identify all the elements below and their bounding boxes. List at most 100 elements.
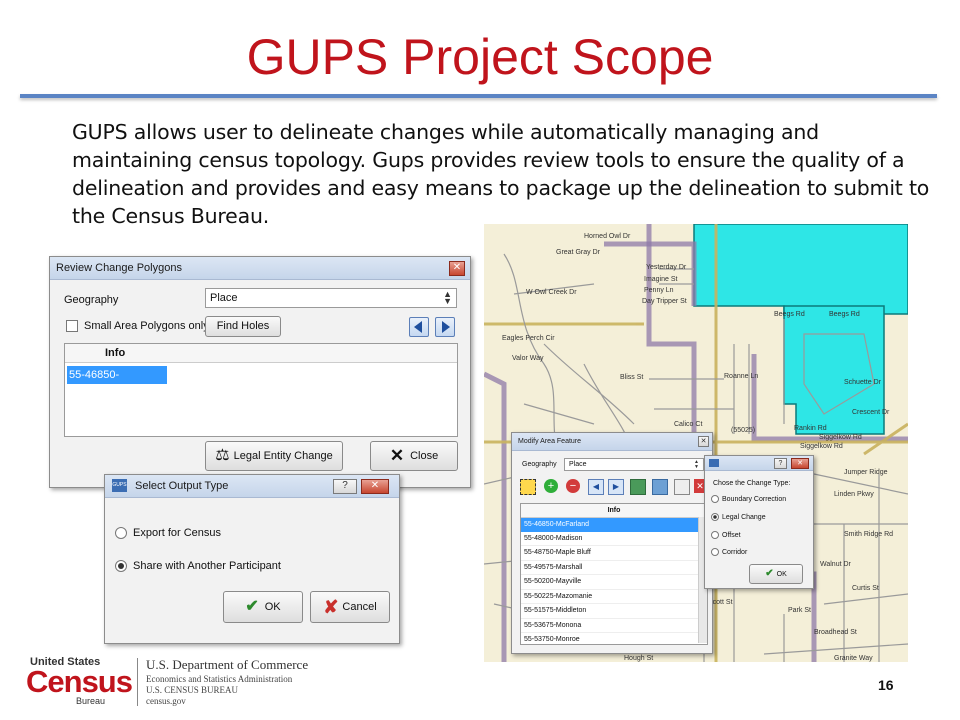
previous-arrow-icon[interactable]: ◀ [588,479,604,495]
green-check-icon: ✔ [765,568,774,579]
cancel-button[interactable]: ✘ Cancel [310,591,390,623]
info-row[interactable]: 55-50200-Mayville [521,575,707,590]
page-number: 16 [878,677,894,693]
geography-select-value: Place [569,461,587,468]
street-label: Valor Way [512,355,544,362]
radio-circle-selected[interactable] [711,513,719,521]
map-tool-icon[interactable] [630,479,646,495]
street-label: Horned Owl Dr [584,233,631,240]
geography-select[interactable]: Place ▲ ▼ [205,288,457,308]
geography-label: Geography [64,294,119,306]
radio-circle[interactable] [711,548,719,556]
checkbox-box[interactable] [66,320,78,333]
title-divider [20,94,937,98]
red-x-icon: ✘ [323,597,339,618]
cancel-button-label: Cancel [342,601,377,613]
slide-title: GUPS Project Scope [246,29,714,85]
boundary-line [646,224,697,444]
dept-line-3: census.gov [146,696,186,706]
ok-button-label: OK [776,571,787,578]
change-type-dialog: ? ✕ Chose the Change Type: Boundary Corr… [704,455,814,589]
legal-change-radio[interactable]: Legal Change [711,513,766,521]
logo-divider [137,658,138,706]
info-row[interactable]: 55-53750-Monroe [521,633,707,647]
corridor-radio[interactable]: Corridor [711,548,747,556]
close-icon[interactable]: ✕ [698,436,709,447]
info-header-label: Info [105,347,126,359]
select-arrows-icon: ▲ ▼ [443,289,452,306]
close-icon[interactable]: ✕ [791,458,809,469]
gups-app-icon: GUPS [112,479,127,492]
export-for-census-radio[interactable]: Export for Census [115,527,221,540]
help-icon[interactable]: ? [333,479,357,494]
street-label: Day Tripper St [642,298,687,305]
info-row[interactable]: 55-49575-Marshall [521,561,707,575]
change-type-prompt: Chose the Change Type: [713,480,791,487]
street-label: Linden Pkwy [834,491,874,498]
modify-area-feature-dialog: Modify Area Feature ✕ Geography Place ▲ ▼… [511,432,713,654]
radio-circle[interactable] [711,531,719,539]
info-row[interactable]: 55-51575-Middleton [521,604,707,619]
share-with-participant-radio[interactable]: Share with Another Participant [115,560,281,573]
street-label: Granite Way [834,655,873,662]
street-label: Yesterday Dr [646,264,687,271]
find-holes-button[interactable]: Find Holes [205,316,281,337]
dept-line-1: Economics and Statistics Administration [146,674,293,684]
add-icon[interactable]: + [544,479,558,493]
logo-agency-main: Census [26,664,133,699]
close-icon[interactable]: ✕ [361,479,389,494]
previous-arrow-button[interactable] [409,317,429,337]
share-option-label: Share with Another Participant [133,560,281,572]
legal-entity-label: Legal Entity Change [233,450,333,462]
option-label: Offset [722,531,741,539]
select-arrows-icon: ▲ ▼ [694,459,699,470]
right-arrow-icon [442,321,450,333]
dept-name: U.S. Department of Commerce [146,657,309,672]
info-list: Info 55-46850-McFarland [64,343,458,437]
delineation-polygon-north [693,224,908,315]
info-row[interactable]: 55-46850-McFarland [521,518,707,532]
street-label: Great Gray Dr [556,249,601,256]
close-icon[interactable]: ✕ [449,261,465,276]
boundary-line [484,371,507,662]
street-label: Calico Ct [674,421,702,428]
zoom-tool-icon[interactable] [652,479,668,495]
street-label: Eagles Perch Cir [502,335,555,342]
select-tool-icon[interactable] [520,479,536,495]
street-label: Schuette Dr [844,379,882,386]
info-row[interactable]: 55-50225-Mazomanie [521,590,707,604]
radio-circle[interactable] [711,495,719,503]
geography-select[interactable]: Place ▲ ▼ [564,458,704,471]
table-icon[interactable] [674,479,690,495]
map-boundary-label: (55025) [731,427,755,434]
street-label: Crescent Dr [852,409,890,416]
small-area-checkbox[interactable]: Small Area Polygons only [66,320,209,333]
ok-button[interactable]: ✔ OK [223,591,303,623]
offset-radio[interactable]: Offset [711,531,741,539]
radio-circle-selected[interactable] [115,560,127,573]
boundary-correction-radio[interactable]: Boundary Correction [711,495,786,503]
next-arrow-button[interactable] [435,317,455,337]
street-label: Imagine St [644,276,678,283]
geography-select-value: Place [210,292,238,304]
gups-app-icon [709,459,719,467]
close-button[interactable]: ✕ Close [370,441,458,471]
info-row[interactable]: 55-48000-Madison [521,532,707,546]
info-row-selected[interactable]: 55-46850-McFarland [67,366,167,399]
modify-dialog-title: Modify Area Feature [518,438,582,445]
radio-circle[interactable] [115,527,127,540]
street-label: Beegs Rd [774,311,805,318]
remove-icon[interactable]: − [566,479,580,493]
next-arrow-icon[interactable]: ▶ [608,479,624,495]
info-row[interactable]: 55-48750-Maple Bluff [521,546,707,561]
info-row[interactable]: 55-53675-Monona [521,619,707,633]
ok-button[interactable]: ✔ OK [749,564,803,584]
help-icon[interactable]: ? [774,458,787,469]
select-output-type-dialog: GUPS Select Output Type ? ✕ Export for C… [104,474,400,644]
legal-entity-change-button[interactable]: ⚖ Legal Entity Change [205,441,343,471]
logo-agency-sub: Bureau [76,696,106,706]
review-dialog-title: Review Change Polygons [56,262,182,274]
info-header: Info [521,504,707,518]
option-label: Corridor [722,548,748,556]
info-list: Info 55-46850-McFarland 55-48000-Madison… [520,503,708,645]
